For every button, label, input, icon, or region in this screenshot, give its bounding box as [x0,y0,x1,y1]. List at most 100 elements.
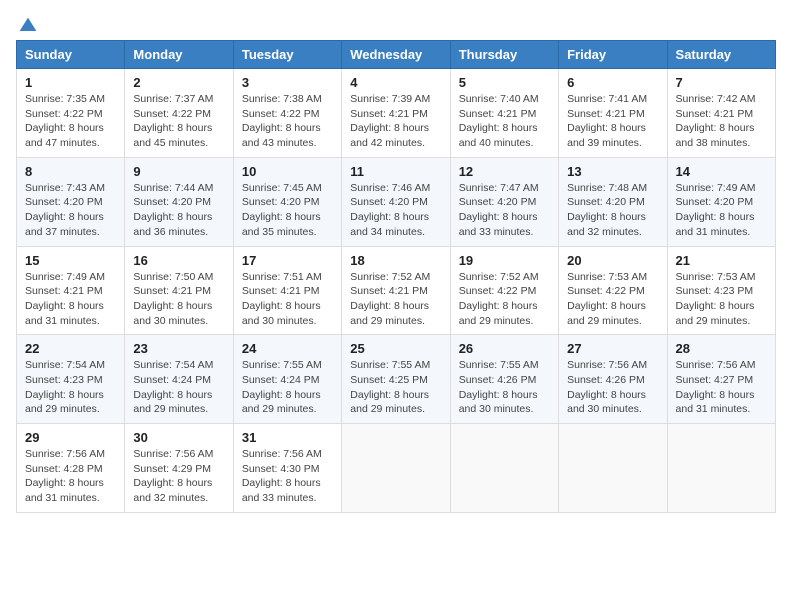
calendar-day-cell: 22 Sunrise: 7:54 AM Sunset: 4:23 PM Dayl… [17,335,125,424]
calendar-day-cell: 26 Sunrise: 7:55 AM Sunset: 4:26 PM Dayl… [450,335,558,424]
calendar-day-cell: 20 Sunrise: 7:53 AM Sunset: 4:22 PM Dayl… [559,246,667,335]
sunrise-label: Sunrise: 7:44 AM [133,182,213,194]
sunset-label: Sunset: 4:22 PM [25,108,103,120]
day-number: 26 [459,341,550,356]
daylight-label: Daylight: 8 hours and 29 minutes. [133,389,212,416]
sunrise-label: Sunrise: 7:45 AM [242,182,322,194]
calendar-day-cell: 21 Sunrise: 7:53 AM Sunset: 4:23 PM Dayl… [667,246,775,335]
sunrise-label: Sunrise: 7:39 AM [350,93,430,105]
calendar-day-cell [667,424,775,513]
daylight-label: Daylight: 8 hours and 42 minutes. [350,122,429,149]
day-number: 2 [133,75,224,90]
daylight-label: Daylight: 8 hours and 37 minutes. [25,211,104,238]
day-info: Sunrise: 7:49 AM Sunset: 4:21 PM Dayligh… [25,270,116,329]
day-info: Sunrise: 7:56 AM Sunset: 4:28 PM Dayligh… [25,447,116,506]
sunset-label: Sunset: 4:22 PM [242,108,320,120]
day-info: Sunrise: 7:56 AM Sunset: 4:27 PM Dayligh… [676,358,767,417]
day-number: 31 [242,430,333,445]
day-of-week-header: Wednesday [342,41,450,69]
daylight-label: Daylight: 8 hours and 29 minutes. [242,389,321,416]
calendar-day-cell: 9 Sunrise: 7:44 AM Sunset: 4:20 PM Dayli… [125,157,233,246]
day-info: Sunrise: 7:52 AM Sunset: 4:22 PM Dayligh… [459,270,550,329]
day-info: Sunrise: 7:42 AM Sunset: 4:21 PM Dayligh… [676,92,767,151]
calendar-day-cell: 15 Sunrise: 7:49 AM Sunset: 4:21 PM Dayl… [17,246,125,335]
sunset-label: Sunset: 4:24 PM [133,374,211,386]
sunrise-label: Sunrise: 7:56 AM [133,448,213,460]
day-info: Sunrise: 7:46 AM Sunset: 4:20 PM Dayligh… [350,181,441,240]
day-of-week-header: Thursday [450,41,558,69]
calendar-day-cell: 31 Sunrise: 7:56 AM Sunset: 4:30 PM Dayl… [233,424,341,513]
calendar-day-cell: 14 Sunrise: 7:49 AM Sunset: 4:20 PM Dayl… [667,157,775,246]
day-number: 5 [459,75,550,90]
daylight-label: Daylight: 8 hours and 33 minutes. [242,477,321,504]
day-number: 28 [676,341,767,356]
sunrise-label: Sunrise: 7:42 AM [676,93,756,105]
sunrise-label: Sunrise: 7:50 AM [133,271,213,283]
day-info: Sunrise: 7:44 AM Sunset: 4:20 PM Dayligh… [133,181,224,240]
sunset-label: Sunset: 4:26 PM [567,374,645,386]
sunrise-label: Sunrise: 7:37 AM [133,93,213,105]
header [16,16,776,34]
sunset-label: Sunset: 4:20 PM [25,196,103,208]
sunrise-label: Sunrise: 7:47 AM [459,182,539,194]
daylight-label: Daylight: 8 hours and 29 minutes. [567,300,646,327]
calendar-day-cell: 6 Sunrise: 7:41 AM Sunset: 4:21 PM Dayli… [559,69,667,158]
calendar-week-row: 29 Sunrise: 7:56 AM Sunset: 4:28 PM Dayl… [17,424,776,513]
calendar-day-cell: 30 Sunrise: 7:56 AM Sunset: 4:29 PM Dayl… [125,424,233,513]
daylight-label: Daylight: 8 hours and 33 minutes. [459,211,538,238]
sunrise-label: Sunrise: 7:53 AM [676,271,756,283]
sunset-label: Sunset: 4:25 PM [350,374,428,386]
calendar-day-cell: 24 Sunrise: 7:55 AM Sunset: 4:24 PM Dayl… [233,335,341,424]
calendar-header-row: SundayMondayTuesdayWednesdayThursdayFrid… [17,41,776,69]
day-number: 7 [676,75,767,90]
sunset-label: Sunset: 4:21 PM [350,108,428,120]
day-number: 17 [242,253,333,268]
sunrise-label: Sunrise: 7:56 AM [25,448,105,460]
day-number: 22 [25,341,116,356]
day-number: 25 [350,341,441,356]
calendar-day-cell: 23 Sunrise: 7:54 AM Sunset: 4:24 PM Dayl… [125,335,233,424]
sunset-label: Sunset: 4:21 PM [676,108,754,120]
day-number: 13 [567,164,658,179]
day-info: Sunrise: 7:54 AM Sunset: 4:24 PM Dayligh… [133,358,224,417]
daylight-label: Daylight: 8 hours and 32 minutes. [133,477,212,504]
day-info: Sunrise: 7:39 AM Sunset: 4:21 PM Dayligh… [350,92,441,151]
day-info: Sunrise: 7:47 AM Sunset: 4:20 PM Dayligh… [459,181,550,240]
day-number: 3 [242,75,333,90]
day-number: 6 [567,75,658,90]
daylight-label: Daylight: 8 hours and 47 minutes. [25,122,104,149]
calendar-day-cell: 28 Sunrise: 7:56 AM Sunset: 4:27 PM Dayl… [667,335,775,424]
day-number: 10 [242,164,333,179]
sunset-label: Sunset: 4:26 PM [459,374,537,386]
day-info: Sunrise: 7:56 AM Sunset: 4:26 PM Dayligh… [567,358,658,417]
daylight-label: Daylight: 8 hours and 30 minutes. [242,300,321,327]
sunset-label: Sunset: 4:21 PM [350,285,428,297]
day-number: 11 [350,164,441,179]
sunset-label: Sunset: 4:21 PM [567,108,645,120]
daylight-label: Daylight: 8 hours and 31 minutes. [676,211,755,238]
sunrise-label: Sunrise: 7:55 AM [350,359,430,371]
calendar-day-cell: 2 Sunrise: 7:37 AM Sunset: 4:22 PM Dayli… [125,69,233,158]
sunrise-label: Sunrise: 7:55 AM [459,359,539,371]
day-info: Sunrise: 7:53 AM Sunset: 4:23 PM Dayligh… [676,270,767,329]
calendar-day-cell: 7 Sunrise: 7:42 AM Sunset: 4:21 PM Dayli… [667,69,775,158]
calendar-day-cell [559,424,667,513]
daylight-label: Daylight: 8 hours and 29 minutes. [350,300,429,327]
day-info: Sunrise: 7:43 AM Sunset: 4:20 PM Dayligh… [25,181,116,240]
sunrise-label: Sunrise: 7:53 AM [567,271,647,283]
sunrise-label: Sunrise: 7:52 AM [350,271,430,283]
calendar-day-cell: 11 Sunrise: 7:46 AM Sunset: 4:20 PM Dayl… [342,157,450,246]
calendar-day-cell: 3 Sunrise: 7:38 AM Sunset: 4:22 PM Dayli… [233,69,341,158]
daylight-label: Daylight: 8 hours and 35 minutes. [242,211,321,238]
calendar-day-cell [342,424,450,513]
day-info: Sunrise: 7:54 AM Sunset: 4:23 PM Dayligh… [25,358,116,417]
calendar-day-cell [450,424,558,513]
sunset-label: Sunset: 4:21 PM [25,285,103,297]
sunset-label: Sunset: 4:22 PM [459,285,537,297]
sunrise-label: Sunrise: 7:56 AM [242,448,322,460]
calendar-table: SundayMondayTuesdayWednesdayThursdayFrid… [16,40,776,513]
daylight-label: Daylight: 8 hours and 45 minutes. [133,122,212,149]
daylight-label: Daylight: 8 hours and 30 minutes. [567,389,646,416]
day-info: Sunrise: 7:53 AM Sunset: 4:22 PM Dayligh… [567,270,658,329]
calendar-day-cell: 1 Sunrise: 7:35 AM Sunset: 4:22 PM Dayli… [17,69,125,158]
